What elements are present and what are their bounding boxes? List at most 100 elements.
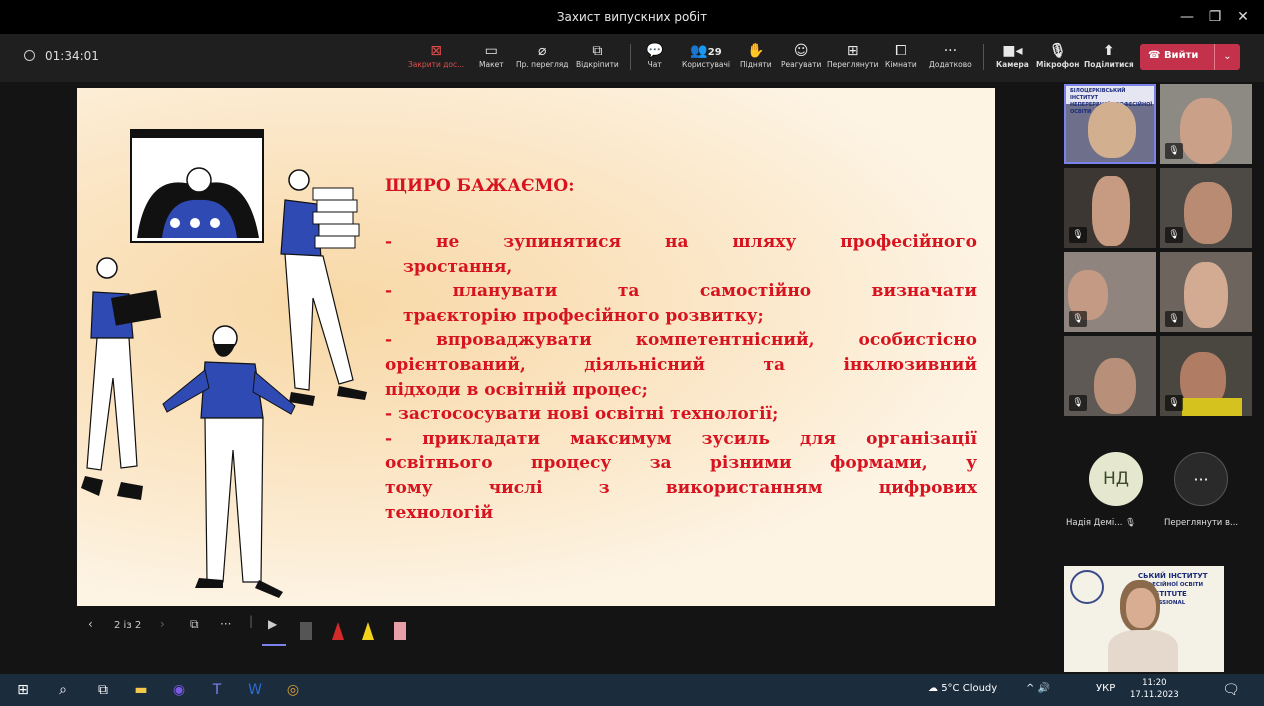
logo-seal <box>1070 570 1104 604</box>
leave-button[interactable]: ☎ Вийти ⌄ <box>1140 44 1240 70</box>
phone-icon: ☎ <box>1148 50 1164 61</box>
file-explorer-icon[interactable]: ▬ <box>132 681 150 699</box>
hand-icon: ✋ <box>747 43 765 59</box>
slide-page-counter: 2 із 2 <box>114 620 142 631</box>
chrome-icon[interactable]: ◎ <box>284 681 302 699</box>
react-button[interactable]: ☺ Реагувати <box>781 42 821 69</box>
bullet-line: - застососувати нові освітні технології; <box>385 404 779 425</box>
stop-sharing-label: Закрити дос... <box>408 60 465 69</box>
participant-tile[interactable]: 🎙 <box>1064 252 1156 332</box>
meeting-toolbar: 01:34:01 ⊠ Закрити дос... ▭ Макет ⌀ Пр. пер… <box>0 34 1264 82</box>
next-slide-icon[interactable]: › <box>160 617 165 631</box>
word-icon[interactable]: W <box>246 681 264 699</box>
participant-shirt <box>1182 398 1242 416</box>
camera-button[interactable]: ■◂ Камера <box>996 42 1029 69</box>
close-share-icon: ⊠ <box>430 43 442 59</box>
more-options-icon[interactable]: ··· <box>220 617 231 631</box>
person-face <box>1126 588 1156 628</box>
selected-tool-indicator <box>262 644 286 646</box>
more-label: Додатково <box>929 60 972 69</box>
grid-icon: ⊞ <box>846 43 859 59</box>
rooms-label: Кімнати <box>885 60 917 69</box>
participants-button[interactable]: 👥29 Користувачі <box>682 42 730 69</box>
view-button[interactable]: ⊞ Переглянути <box>827 42 878 69</box>
avatar[interactable]: НД <box>1089 452 1143 506</box>
eraser-icon[interactable] <box>300 622 312 640</box>
viber-icon[interactable]: ◉ <box>170 681 188 699</box>
pop-out-icon: ⧉ <box>592 43 603 59</box>
windows-start-icon[interactable]: ⊞ <box>14 681 32 699</box>
ellipsis-icon: ··· <box>1193 470 1209 489</box>
mic-off-icon: 🎙 <box>1069 311 1087 327</box>
participant-name: Надія Демі... 🎙 <box>1066 518 1136 528</box>
mic-label: Мікрофон <box>1036 60 1080 69</box>
clock[interactable]: 11:20 17.11.2023 <box>1130 677 1179 701</box>
mic-off-icon: 🎙 <box>1069 395 1087 411</box>
more-participants-label: Переглянути в... <box>1164 518 1239 528</box>
bullet-line: - не зупинятися на шляху професійного <box>385 232 977 252</box>
chevron-down-icon[interactable]: ⌄ <box>1214 44 1240 70</box>
self-view-video[interactable]: СЬКИЙ ІНСТИТУТ РОФЕСІЙНОЇ ОСВІТИ A INSTI… <box>1064 566 1224 672</box>
search-icon[interactable]: ⌕ <box>54 681 72 699</box>
bullet-line: траєкторію професійного розвитку; <box>403 305 764 326</box>
slide-heading: ЩИРО БАЖАЄМО: <box>385 176 575 196</box>
bullet-line: зростання, <box>403 256 513 277</box>
more-participants-button[interactable]: ··· <box>1174 452 1228 506</box>
view-mode-button[interactable]: ⌀ Пр. перегляд <box>516 42 569 69</box>
minimize-icon[interactable]: — <box>1176 6 1198 28</box>
pink-eraser-icon[interactable] <box>394 622 406 640</box>
participant-tile[interactable]: БІЛОЦЕРКІВСЬКИЙ ІНСТИТУТ НЕПЕРЕРВНОЇ ПРО… <box>1064 84 1156 164</box>
mic-button[interactable]: 🎙 Мікрофон <box>1036 42 1079 69</box>
participant-tile[interactable]: 🎙 <box>1064 336 1156 416</box>
task-view-icon[interactable]: ⧉ <box>94 681 112 699</box>
mic-off-icon: 🎙 <box>1165 395 1183 411</box>
highlighter-icon[interactable] <box>362 622 374 640</box>
shared-slide: ЩИРО БАЖАЄМО: - не зупинятися на шляху п… <box>77 88 995 606</box>
language-indicator[interactable]: УКР <box>1096 683 1115 694</box>
toolbar-divider <box>630 44 631 70</box>
mic-off-icon: 🎙 <box>1069 227 1087 243</box>
participant-tile[interactable]: 🎙 <box>1160 336 1252 416</box>
title-bar: Захист випускних робіт — ❐ ✕ <box>0 0 1264 34</box>
participant-tile[interactable]: 🎙 <box>1160 168 1252 248</box>
bullet-line: тому числі з використанням цифрових <box>385 477 977 498</box>
rooms-button[interactable]: ⧠ Кімнати <box>885 42 917 69</box>
close-icon[interactable]: ✕ <box>1232 6 1254 28</box>
maximize-icon[interactable]: ❐ <box>1204 6 1226 28</box>
mic-off-icon: 🎙 <box>1125 518 1136 528</box>
chat-button[interactable]: 💬 Чат <box>646 42 663 69</box>
prev-slide-icon[interactable]: ‹ <box>88 617 93 631</box>
share-button[interactable]: ⬆ Поділитися <box>1084 42 1134 69</box>
participant-video <box>1088 102 1136 158</box>
participant-tile[interactable]: 🎙 <box>1064 168 1156 248</box>
timer-value: 01:34:01 <box>45 49 99 63</box>
bullet-line: орієнтований, діяльнісний та інклюзивний <box>385 354 977 375</box>
smile-icon: ☺ <box>793 43 809 59</box>
participant-tile[interactable]: 🎙 <box>1160 252 1252 332</box>
layout-button[interactable]: ▭ Макет <box>479 42 504 69</box>
windows-taskbar: ⊞ ⌕ ⧉ ▬ ◉ T W ◎ ☁ 5°C Cloudy ^ 🔊 УКР 11:… <box>0 674 1264 706</box>
more-button[interactable]: ··· Додатково <box>929 42 972 69</box>
participant-video <box>1094 358 1136 414</box>
pointer-icon[interactable]: ▶ <box>268 617 277 631</box>
ellipsis-icon: ··· <box>943 43 958 59</box>
illustration <box>81 129 367 598</box>
mic-off-icon: 🎙 <box>1048 43 1067 59</box>
pop-out-button[interactable]: ⧉ Відкріпити <box>576 42 619 69</box>
raise-hand-button[interactable]: ✋ Підняти <box>740 42 772 69</box>
bullet-line: - впроваджувати компетентнісний, особист… <box>385 330 977 351</box>
stop-sharing-button[interactable]: ⊠ Закрити дос... <box>408 42 464 69</box>
notification-icon[interactable]: 🗨 <box>1222 681 1240 699</box>
participant-name-text: Надія Демі... <box>1066 518 1123 528</box>
chat-icon: 💬 <box>646 43 664 59</box>
red-pen-icon[interactable] <box>332 622 344 640</box>
weather-widget[interactable]: ☁ 5°C Cloudy <box>928 683 997 694</box>
participants-count: 29 <box>707 47 722 58</box>
teams-icon[interactable]: T <box>208 681 226 699</box>
people-icon: 👥29 <box>690 43 722 59</box>
window-title: Захист випускних робіт <box>556 10 708 24</box>
chevron-up-icon: ^ <box>1026 683 1038 694</box>
slides-overview-icon[interactable]: ⧉ <box>190 617 199 632</box>
participant-tile[interactable]: 🎙 <box>1160 84 1252 164</box>
tray-icons[interactable]: ^ 🔊 <box>1026 683 1050 694</box>
